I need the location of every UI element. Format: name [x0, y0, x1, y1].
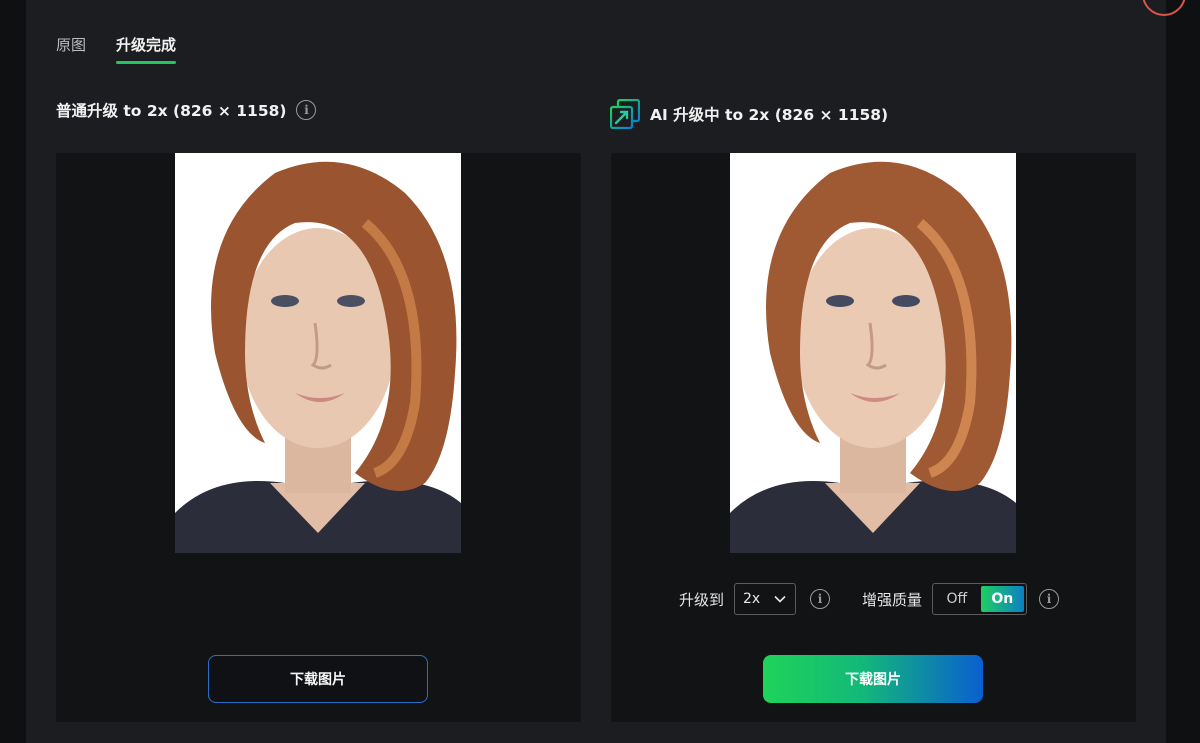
toggle-on-option[interactable]: On: [980, 586, 1025, 612]
download-ai-button[interactable]: 下载图片: [763, 655, 983, 703]
ai-upscale-icon: [610, 99, 640, 129]
enhance-quality-label: 增强质量: [862, 590, 923, 609]
normal-upscale-image: [175, 153, 461, 553]
enhance-quality-toggle[interactable]: Off On: [932, 583, 1028, 615]
upscale-factor-select[interactable]: 2x: [734, 583, 797, 615]
info-icon[interactable]: i: [810, 589, 831, 609]
ai-upscale-title: AI 升级中 to 2x (826 × 1158): [610, 99, 888, 129]
ai-upscale-card: 升级到 2x i 增强质量 Off On i 下载图片: [611, 153, 1136, 722]
tab-upscaled[interactable]: 升级完成: [116, 34, 177, 64]
upscale-factor-value: 2x: [743, 591, 761, 607]
info-icon[interactable]: i: [296, 100, 317, 120]
page: 原图 升级完成 普通升级 to 2x (826 × 1158) i AI 升级中…: [0, 0, 1200, 743]
chevron-down-icon: [774, 595, 786, 603]
download-normal-button[interactable]: 下载图片: [208, 655, 428, 703]
normal-upscale-title: 普通升级 to 2x (826 × 1158) i: [56, 99, 317, 121]
normal-upscale-card: 下载图片: [56, 153, 581, 722]
ai-upscale-title-text: AI 升级中 to 2x (826 × 1158): [650, 106, 889, 124]
upscale-to-label: 升级到: [679, 590, 725, 609]
tab-original[interactable]: 原图: [56, 34, 86, 64]
ai-upscale-image: [730, 153, 1016, 553]
toggle-off-option[interactable]: Off: [935, 586, 979, 612]
ai-controls: 升级到 2x i 增强质量 Off On i: [679, 583, 1060, 615]
tab-bar: 原图 升级完成: [56, 34, 177, 64]
normal-upscale-title-text: 普通升级 to 2x (826 × 1158): [56, 102, 287, 120]
info-icon[interactable]: i: [1039, 589, 1060, 609]
